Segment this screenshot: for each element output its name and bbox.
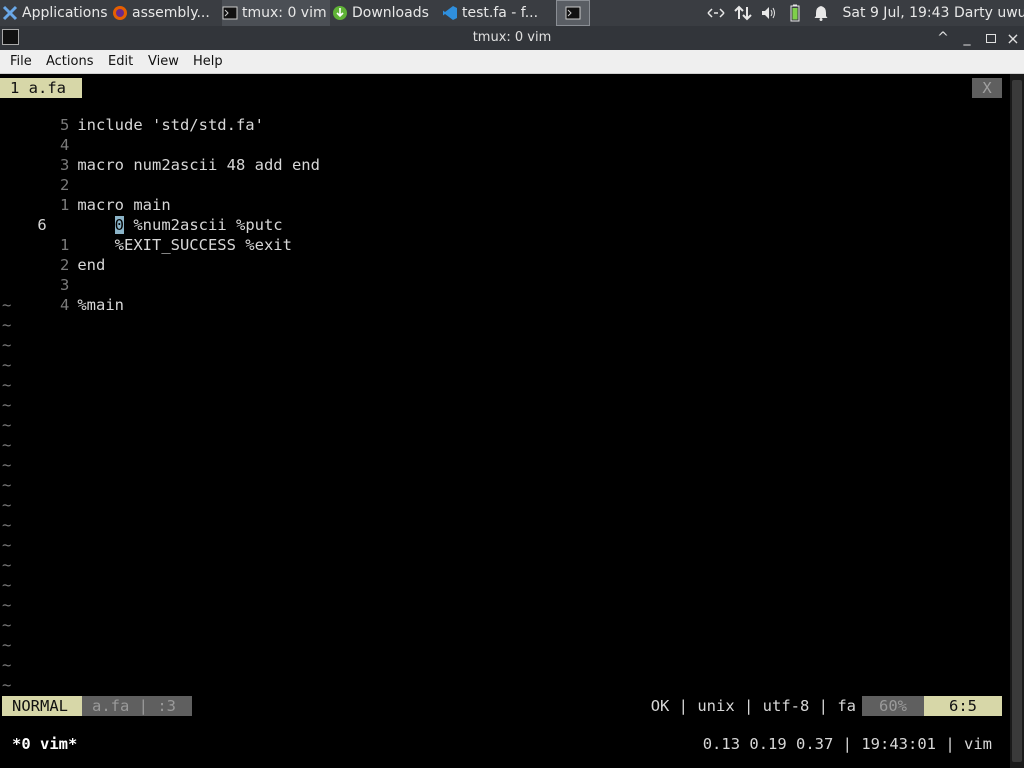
vscode-icon (443, 6, 457, 20)
tilde-marker: ~ (2, 676, 12, 694)
menu-help[interactable]: Help (193, 50, 223, 73)
clock[interactable]: Sat 9 Jul, 19:43 (838, 0, 954, 26)
line-text: include 'std/std.fa' (77, 116, 264, 134)
code-line: 2 (0, 155, 77, 194)
tilde-marker: ~ (2, 516, 12, 534)
applications-menu[interactable]: Applications ☰ (2, 0, 110, 26)
vim-statusline: NORMAL a.fa | :3 OK | unix | utf-8 | fa … (2, 696, 1002, 716)
vim-mode: NORMAL (2, 696, 82, 716)
code-line: 5 include 'std/std.fa' (0, 95, 264, 134)
tmux-status-right: 0.13 0.19 0.37 | 19:43:01 | vim (702, 735, 992, 753)
task-label: tmux: 0 vim (242, 5, 327, 21)
menu-file[interactable]: File (10, 50, 32, 73)
download-icon (333, 6, 347, 20)
tilde-marker: ~ (2, 436, 12, 454)
tmux-statusline: *0 vim* 0.13 0.19 0.37 | 19:43:01 | vim (0, 734, 1010, 754)
line-text: %main (77, 296, 124, 314)
volume-icon[interactable] (758, 0, 780, 26)
window-maximize-button[interactable] (980, 26, 1002, 50)
user-menu[interactable]: Darty uwu (954, 0, 1024, 26)
tilde-marker: ~ (2, 336, 12, 354)
task-label: assembly... (132, 5, 210, 21)
tilde-marker: ~ (2, 296, 12, 314)
tilde-marker: ~ (2, 576, 12, 594)
terminal-icon (565, 6, 581, 20)
vim-percent: 60% (862, 696, 924, 716)
applications-label: Applications (22, 5, 108, 21)
vim-cursor-position: 6:5 (924, 696, 1002, 716)
vim-tab-close[interactable]: X (972, 78, 1002, 98)
menu-view[interactable]: View (148, 50, 179, 73)
updown-arrows-icon[interactable] (732, 0, 754, 26)
line-number: 4 (59, 296, 70, 314)
notification-bell-icon[interactable] (810, 0, 832, 26)
task-firefox[interactable]: assembly... (112, 0, 220, 26)
tilde-marker: ~ (2, 476, 12, 494)
task-downloads[interactable]: Downloads (332, 0, 440, 26)
window-titlebar[interactable]: tmux: 0 vim ^ _ × (0, 26, 1024, 50)
code-line: 4 (0, 115, 77, 154)
line-text: macro num2ascii 48 add end (77, 156, 320, 174)
tilde-marker: ~ (2, 416, 12, 434)
network-arrows-icon (707, 8, 725, 18)
tilde-marker: ~ (2, 496, 12, 514)
task-terminal-active[interactable] (556, 0, 590, 26)
code-line: 1 %EXIT_SUCCESS %exit (0, 215, 292, 254)
tilde-marker: ~ (2, 556, 12, 574)
task-label: Downloads (352, 5, 429, 21)
xfce-mouse-icon (2, 5, 18, 21)
code-line: 3 (0, 255, 77, 294)
vim-file-info: OK | unix | utf-8 | fa (650, 697, 856, 715)
tilde-marker: ~ (2, 596, 12, 614)
tilde-marker: ~ (2, 376, 12, 394)
tilde-marker: ~ (2, 456, 12, 474)
terminal-scrollbar[interactable] (1010, 74, 1024, 768)
tilde-marker: ~ (2, 536, 12, 554)
tilde-marker: ~ (2, 396, 12, 414)
vim-file-segment: a.fa | :3 (82, 696, 192, 716)
maximize-icon (986, 33, 996, 43)
window-minimize-button[interactable]: _ (956, 26, 978, 50)
window-close-button[interactable]: × (1002, 26, 1024, 50)
battery-icon[interactable] (786, 0, 804, 26)
tilde-marker: ~ (2, 656, 12, 674)
code-line-current: 6 0 %num2ascii %putc (0, 195, 283, 234)
menu-edit[interactable]: Edit (108, 50, 133, 73)
line-text: %EXIT_SUCCESS %exit (77, 236, 292, 254)
top-panel: Applications ☰ assembly... tmux: 0 vim D… (0, 0, 1024, 26)
network-icon[interactable] (704, 0, 728, 26)
terminal-area[interactable]: 1 a.fa X 5 include 'std/std.fa' 4 3 macro … (0, 74, 1024, 768)
code-line: 2 end (0, 235, 105, 274)
tilde-marker: ~ (2, 356, 12, 374)
tilde-marker: ~ (2, 316, 12, 334)
menu-actions[interactable]: Actions (46, 50, 94, 73)
tmux-window-label[interactable]: *0 vim* (12, 734, 77, 754)
code-line: 3 macro num2ascii 48 add end (0, 135, 320, 174)
code-line: 1 macro main (0, 175, 171, 214)
task-vscode[interactable]: test.fa - f... (442, 0, 550, 26)
task-tmux[interactable]: tmux: 0 vim (222, 0, 330, 26)
tilde-marker: ~ (2, 636, 12, 654)
task-label: test.fa - f... (462, 5, 539, 21)
code-line: 4 %main (0, 275, 124, 314)
window-title: tmux: 0 vim (472, 30, 552, 45)
firefox-icon (113, 6, 127, 20)
terminal-icon (222, 6, 238, 20)
line-text: end (77, 256, 106, 274)
scrollbar-thumb[interactable] (1012, 80, 1022, 762)
menu-bar: File Actions Edit View Help (0, 50, 1024, 74)
tilde-marker: ~ (2, 616, 12, 634)
window-shade-button[interactable]: ^ (932, 26, 954, 50)
